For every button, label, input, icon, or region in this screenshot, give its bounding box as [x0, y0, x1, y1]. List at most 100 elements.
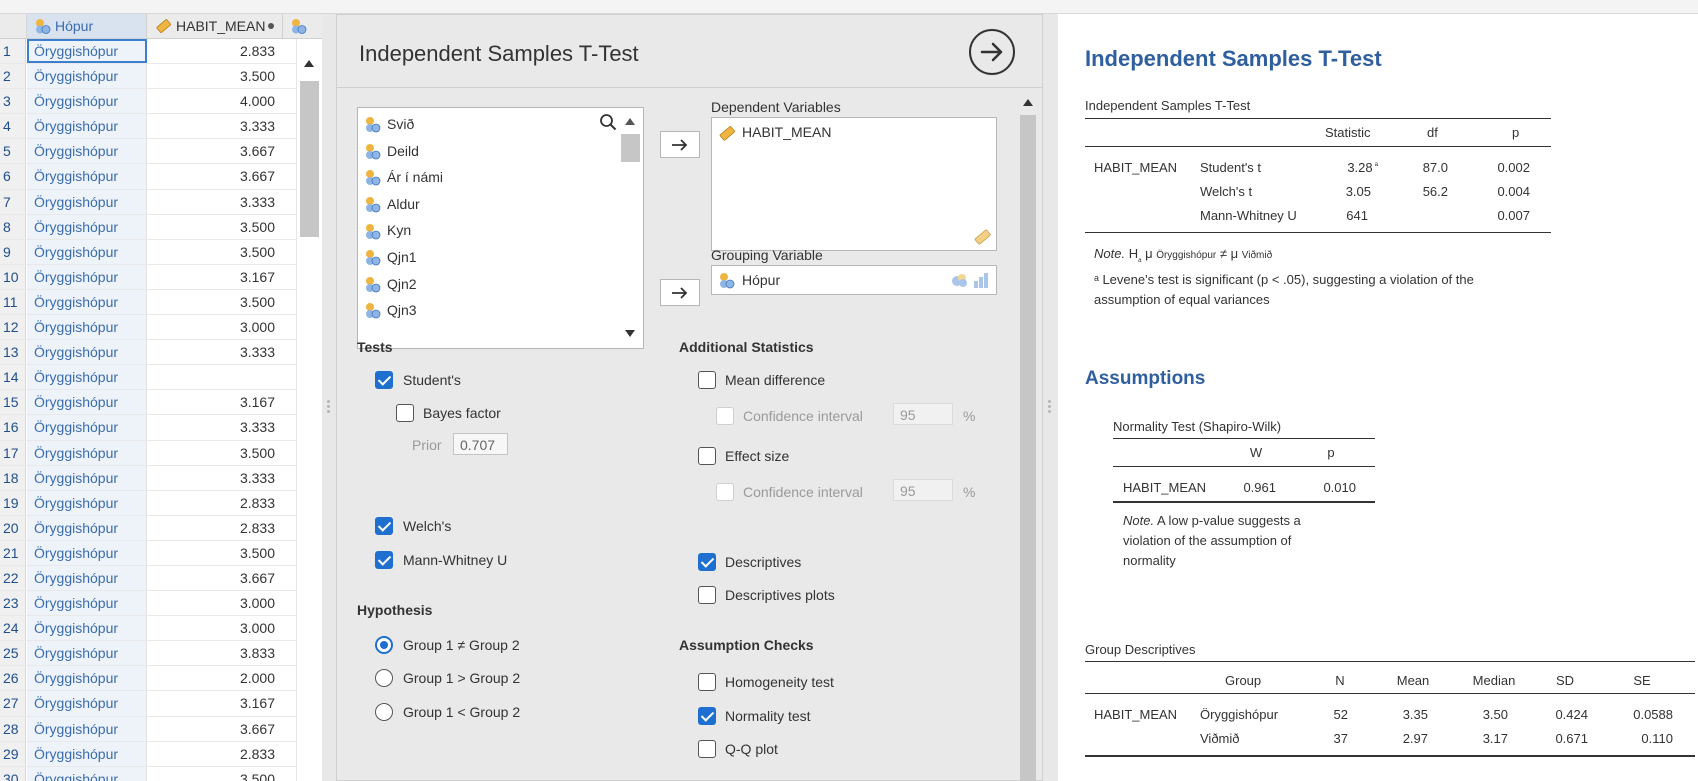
- row-number[interactable]: 27: [0, 691, 26, 716]
- cell-group[interactable]: Öryggishópur: [27, 89, 147, 114]
- students-checkbox[interactable]: [375, 371, 393, 389]
- cell-habit-mean[interactable]: 2.833: [148, 39, 283, 63]
- row-number[interactable]: 14: [0, 365, 26, 390]
- scroll-up-arrow-icon[interactable]: [625, 118, 635, 125]
- cell-group[interactable]: Öryggishópur: [27, 741, 147, 766]
- row-number[interactable]: 8: [0, 214, 26, 239]
- cell-group[interactable]: Öryggishópur: [27, 415, 147, 440]
- dependent-variable-item[interactable]: HABIT_MEAN: [718, 122, 831, 142]
- row-number[interactable]: 5: [0, 139, 26, 164]
- move-to-grouping-button[interactable]: [660, 279, 700, 306]
- cell-habit-mean[interactable]: 3.000: [148, 591, 283, 615]
- search-icon[interactable]: [599, 113, 617, 131]
- dependent-variables-box[interactable]: HABIT_MEAN: [711, 117, 997, 251]
- grouping-variable-item[interactable]: Hópur: [718, 270, 780, 290]
- variable-list-item[interactable]: Qjn2: [364, 270, 417, 299]
- homogeneity-test-checkbox[interactable]: [698, 673, 716, 691]
- variable-list-item[interactable]: Qjn1: [364, 243, 417, 272]
- mean-diff-ci-input[interactable]: 95: [893, 403, 953, 425]
- cell-habit-mean[interactable]: 3.000: [148, 616, 283, 640]
- effect-size-ci-input[interactable]: 95: [893, 479, 953, 501]
- hypothesis-not-equal-radio[interactable]: [375, 636, 393, 654]
- hypothesis-greater-radio[interactable]: [375, 669, 393, 687]
- row-number[interactable]: 22: [0, 565, 26, 591]
- row-number[interactable]: 3: [0, 89, 26, 114]
- cell-habit-mean[interactable]: 3.167: [148, 265, 283, 289]
- run-analysis-button[interactable]: [969, 29, 1015, 75]
- spreadsheet-scrollbar[interactable]: [296, 39, 322, 781]
- mean-difference-checkbox[interactable]: [698, 371, 716, 389]
- cell-group[interactable]: Öryggishópur: [27, 641, 147, 666]
- scrollbar-thumb[interactable]: [1020, 115, 1036, 781]
- grouping-variable-box[interactable]: Hópur: [711, 265, 997, 295]
- row-number[interactable]: 24: [0, 616, 26, 641]
- cell-group[interactable]: Öryggishópur: [27, 289, 147, 315]
- cell-group[interactable]: Öryggishópur: [27, 315, 147, 340]
- cell-group[interactable]: Öryggishópur: [27, 365, 147, 390]
- row-number[interactable]: 26: [0, 666, 26, 691]
- cell-group[interactable]: Öryggishópur: [27, 565, 147, 591]
- cell-habit-mean[interactable]: [148, 365, 283, 389]
- cell-group[interactable]: Öryggishópur: [27, 139, 147, 164]
- prior-input[interactable]: 0.707: [453, 433, 508, 455]
- cell-habit-mean[interactable]: 3.667: [148, 164, 283, 188]
- cell-group[interactable]: Öryggishópur: [27, 164, 147, 189]
- effect-size-checkbox[interactable]: [698, 447, 716, 465]
- cell-habit-mean[interactable]: 3.333: [148, 415, 283, 439]
- cell-group[interactable]: Öryggishópur: [27, 465, 147, 490]
- cell-habit-mean[interactable]: 3.500: [148, 240, 283, 264]
- cell-habit-mean[interactable]: 2.833: [148, 742, 283, 766]
- row-number[interactable]: 4: [0, 114, 26, 139]
- cell-habit-mean[interactable]: 2.000: [148, 666, 283, 690]
- cell-group[interactable]: Öryggishópur: [27, 189, 147, 214]
- cell-habit-mean[interactable]: 3.500: [148, 290, 283, 314]
- row-number[interactable]: 6: [0, 164, 26, 189]
- row-number[interactable]: 25: [0, 641, 26, 666]
- move-to-dependent-button[interactable]: [660, 131, 700, 158]
- cell-group[interactable]: Öryggishópur: [27, 766, 147, 781]
- cell-habit-mean[interactable]: 3.333: [148, 340, 283, 364]
- cell-group[interactable]: Öryggishópur: [27, 114, 147, 139]
- descriptives-checkbox[interactable]: [698, 553, 716, 571]
- cell-habit-mean[interactable]: 2.833: [148, 516, 283, 540]
- row-number[interactable]: 9: [0, 239, 26, 264]
- cell-group[interactable]: Öryggishópur: [27, 691, 147, 716]
- column-header-next[interactable]: [284, 14, 314, 38]
- row-number[interactable]: 23: [0, 591, 26, 616]
- mean-diff-ci-checkbox[interactable]: [716, 407, 734, 425]
- cell-group[interactable]: Öryggishópur: [27, 666, 147, 691]
- cell-group[interactable]: Öryggishópur: [27, 540, 147, 565]
- row-number[interactable]: 29: [0, 741, 26, 766]
- row-number[interactable]: 15: [0, 390, 26, 415]
- variable-list-item[interactable]: Qjn3: [364, 296, 417, 325]
- row-number[interactable]: 21: [0, 540, 26, 565]
- cell-habit-mean[interactable]: 3.500: [148, 541, 283, 565]
- cell-habit-mean[interactable]: 3.667: [148, 139, 283, 163]
- cell-group[interactable]: Öryggishópur: [27, 264, 147, 289]
- cell-group[interactable]: Öryggishópur: [27, 214, 147, 239]
- scroll-down-arrow-icon[interactable]: [625, 330, 635, 337]
- row-number[interactable]: 16: [0, 415, 26, 440]
- cell-habit-mean[interactable]: 3.667: [148, 566, 283, 590]
- cell-group[interactable]: Öryggishópur: [27, 716, 147, 741]
- column-header-habit-mean[interactable]: HABIT_MEAN: [148, 14, 283, 38]
- row-number[interactable]: 7: [0, 189, 26, 214]
- variable-list-item[interactable]: Kyn: [364, 216, 411, 245]
- cell-habit-mean[interactable]: 3.500: [148, 767, 283, 781]
- cell-habit-mean[interactable]: 4.000: [148, 89, 283, 113]
- hypothesis-less-radio[interactable]: [375, 703, 393, 721]
- available-variables-list[interactable]: Svið Deild Ár í námi Aldur Kyn Qjn1 Qjn2 Qjn3: [357, 107, 644, 349]
- qq-plot-checkbox[interactable]: [698, 740, 716, 758]
- bayes-factor-checkbox[interactable]: [396, 404, 414, 422]
- row-number[interactable]: 20: [0, 515, 26, 540]
- scroll-up-arrow-icon[interactable]: [1023, 99, 1033, 106]
- cell-group[interactable]: Öryggishópur: [27, 490, 147, 515]
- cell-group[interactable]: Öryggishópur: [27, 440, 147, 465]
- cell-habit-mean[interactable]: 3.500: [148, 215, 283, 239]
- row-number[interactable]: 19: [0, 490, 26, 515]
- cell-group[interactable]: Öryggishópur: [27, 616, 147, 641]
- row-number[interactable]: 28: [0, 716, 26, 741]
- variable-list-item[interactable]: Deild: [364, 137, 419, 166]
- column-header-hopur[interactable]: Hópur: [27, 14, 147, 38]
- cell-group[interactable]: Öryggishópur: [27, 239, 147, 264]
